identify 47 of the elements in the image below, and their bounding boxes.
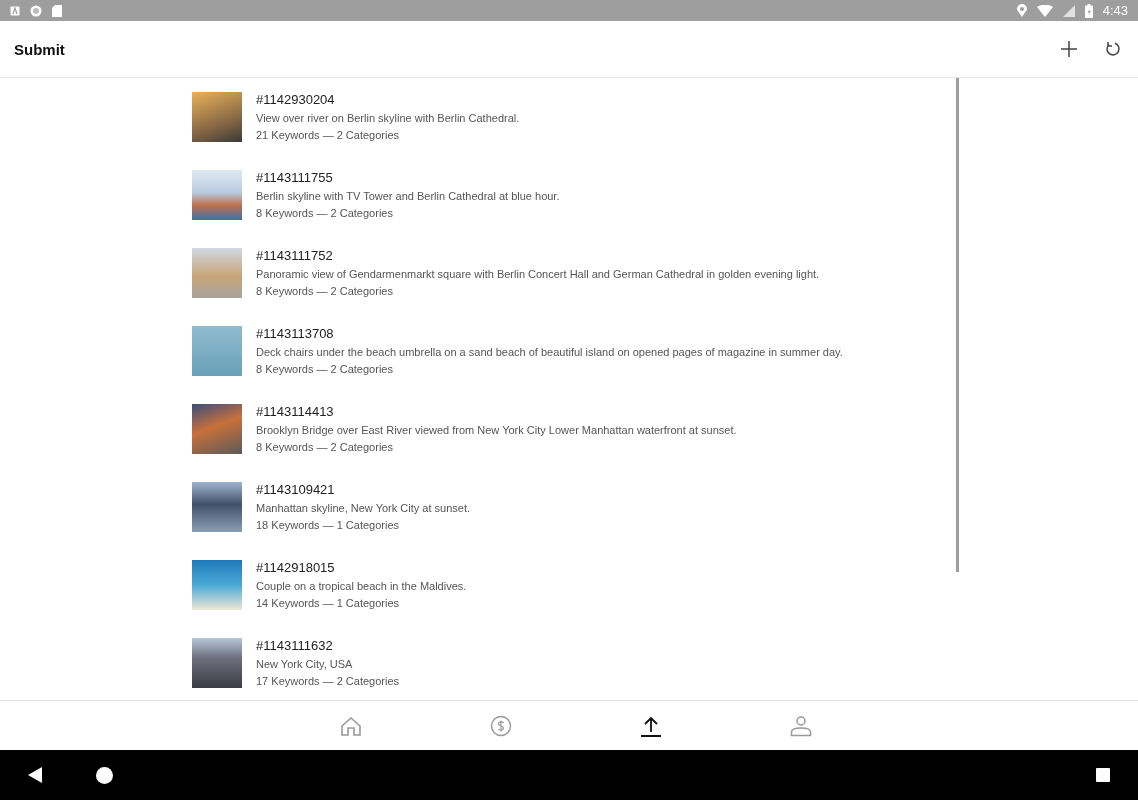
submission-id: #1142918015 bbox=[256, 560, 336, 576]
keywords-categories-count: 18 Keywords — 1 Categories bbox=[256, 518, 401, 532]
submission-description: Deck chairs under the beach umbrella on a sand beach of beautiful island on opened pages of magazine in summer day. bbox=[256, 345, 843, 359]
upload-icon bbox=[640, 714, 662, 737]
submission-description: Manhattan skyline, New York City at sunset. bbox=[256, 501, 470, 515]
battery-icon bbox=[1084, 3, 1093, 18]
submission-id: #1143111632 bbox=[256, 638, 334, 654]
submission-id: #1143111755 bbox=[256, 170, 334, 186]
photo-placeholder[interactable] bbox=[192, 638, 242, 688]
submission-id: #1143113708 bbox=[256, 326, 335, 342]
location-icon bbox=[1016, 4, 1027, 17]
keywords-categories-count: 17 Keywords — 2 Categories bbox=[256, 674, 400, 688]
circle-notification-icon bbox=[30, 4, 42, 17]
submission-description: Brooklyn Bridge over East River viewed from New York City Lower Manhattan waterfront at sunset. bbox=[256, 423, 737, 437]
back-icon[interactable] bbox=[28, 767, 42, 783]
keywords-categories-count: 14 Keywords — 1 Categories bbox=[256, 596, 401, 610]
add-button[interactable] bbox=[1058, 38, 1080, 60]
photo-placeholder[interactable] bbox=[192, 92, 242, 142]
submission-id: #1142930204 bbox=[256, 92, 336, 108]
submission-id: #1143111752 bbox=[256, 248, 334, 264]
submission-description: Berlin skyline with TV Tower and Berlin Cathedral at blue hour. bbox=[256, 189, 560, 203]
keywords-categories-count: 21 Keywords — 2 Categories bbox=[256, 128, 401, 142]
home-icon bbox=[340, 714, 362, 737]
wifi-icon bbox=[1036, 4, 1053, 17]
page-title: Submit bbox=[14, 40, 66, 58]
person-icon bbox=[790, 714, 812, 737]
home-button-icon[interactable] bbox=[96, 766, 113, 784]
photo-placeholder[interactable] bbox=[192, 170, 242, 220]
submission-id: #1143114413 bbox=[256, 404, 335, 420]
photo-placeholder[interactable] bbox=[192, 482, 242, 532]
dollar-coin-icon bbox=[490, 714, 512, 737]
keywords-categories-count: 8 Keywords — 2 Categories bbox=[256, 284, 394, 298]
keywords-categories-count: 8 Keywords — 2 Categories bbox=[256, 362, 394, 376]
submission-id: #1143109421 bbox=[256, 482, 336, 498]
keywords-categories-count: 8 Keywords — 2 Categories bbox=[256, 440, 394, 454]
submission-description: New York City, USA bbox=[256, 657, 354, 671]
submission-description: View over river on Berlin skyline with Berlin Cathedral. bbox=[256, 111, 520, 125]
photo-placeholder[interactable] bbox=[192, 560, 242, 610]
keywords-categories-count: 8 Keywords — 2 Categories bbox=[256, 206, 394, 220]
submission-description: Panoramic view of Gendarmenmarkt square with Berlin Concert Hall and German Cathedral in golden evening light. bbox=[256, 267, 820, 281]
app-notification-icon bbox=[10, 5, 20, 16]
clock-time: 4:43 bbox=[1102, 3, 1128, 18]
refresh-icon bbox=[1105, 41, 1121, 57]
submission-description: Couple on a tropical beach in the Maldives. bbox=[256, 579, 467, 593]
plus-icon bbox=[1061, 41, 1077, 57]
sd-card-icon bbox=[52, 4, 62, 17]
signal-icon bbox=[1062, 4, 1075, 17]
